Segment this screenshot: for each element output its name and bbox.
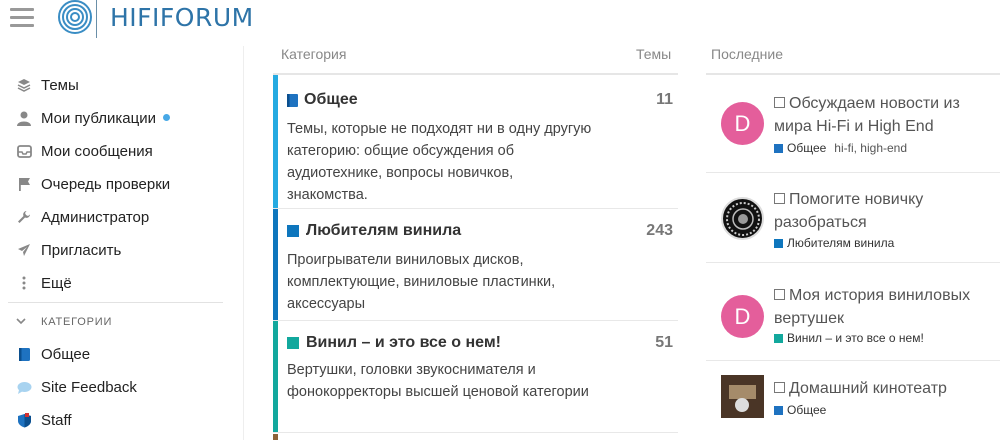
book-icon xyxy=(774,143,783,153)
sidebar-item-label: Мои сообщения xyxy=(41,142,153,160)
sidebar-item-more[interactable]: Ещё xyxy=(0,268,240,298)
sidebar-separator xyxy=(8,302,223,303)
category-topic-count: 51 xyxy=(655,334,673,351)
flag-icon xyxy=(16,176,32,192)
category-topic-count: 11 xyxy=(656,91,673,108)
inbox-icon xyxy=(16,143,32,159)
sidebar-item-admin[interactable]: Администратор xyxy=(0,202,240,232)
category-name[interactable]: Винил – и это все о нем! xyxy=(287,334,501,352)
sidebar-category-label: Общее xyxy=(41,345,91,363)
topic-tags[interactable]: hi-fi, high-end xyxy=(834,141,907,155)
wrench-icon xyxy=(16,209,32,225)
topic-title[interactable]: Домашний кинотеатр xyxy=(774,377,1000,400)
category-square-icon xyxy=(774,333,783,343)
category-name[interactable]: Общее xyxy=(287,91,358,109)
category-color-bar xyxy=(273,209,278,320)
sidebar-category-staff[interactable]: Staff xyxy=(0,405,240,435)
hififorum-logo-icon[interactable] xyxy=(55,0,95,38)
category-row-vinyl-lovers[interactable]: Любителям винила 243 Проигрыватели винил… xyxy=(273,209,678,321)
sidebar-section-categories[interactable]: КАТЕГОРИИ xyxy=(16,316,112,328)
section-label: КАТЕГОРИИ xyxy=(41,316,113,328)
hamburger-menu-icon[interactable] xyxy=(10,8,34,28)
sidebar-item-my-posts[interactable]: Мои публикации xyxy=(0,103,240,133)
book-icon xyxy=(287,93,298,107)
topic-title[interactable]: Помогите новичку разобраться xyxy=(774,188,1000,234)
more-vertical-icon xyxy=(16,275,32,291)
sidebar-item-review-queue[interactable]: Очередь проверки xyxy=(0,169,240,199)
category-description: Темы, которые не подходят ни в одну друг… xyxy=(287,121,592,203)
sidebar-divider xyxy=(243,46,244,440)
category-color-bar xyxy=(273,75,278,208)
sidebar-item-label: Темы xyxy=(41,76,79,94)
shield-icon xyxy=(16,412,32,428)
category-square-icon xyxy=(287,337,299,349)
topic-meta: Любителям винила xyxy=(774,236,894,250)
avatar[interactable]: D xyxy=(721,295,764,338)
topic-category[interactable]: Винил – и это все о нем! xyxy=(787,331,924,345)
sidebar-category-general[interactable]: Общее xyxy=(0,339,240,369)
logo-divider xyxy=(96,0,97,38)
category-description: Проигрыватели виниловых дисков, комплект… xyxy=(287,252,556,312)
book-icon xyxy=(16,346,32,362)
sidebar-item-label: Пригласить xyxy=(41,241,122,259)
avatar[interactable]: D xyxy=(721,102,764,145)
category-color-bar-partial xyxy=(273,434,278,440)
sidebar-item-label: Ещё xyxy=(41,274,72,292)
category-description: Вертушки, головки звукоснимателя и фонок… xyxy=(287,362,589,400)
checkbox-icon xyxy=(774,289,785,300)
site-header: HIFIFORUM xyxy=(0,0,1000,46)
chevron-down-icon xyxy=(16,317,28,328)
latest-topic-row[interactable]: D Моя история виниловых вертушек Винил –… xyxy=(706,263,1000,361)
category-row-general[interactable]: Общее 11 Темы, которые не подходят ни в … xyxy=(273,75,678,209)
topic-meta: Общее hi-fi, high-end xyxy=(774,141,907,155)
sidebar-category-site-feedback[interactable]: Site Feedback xyxy=(0,372,240,402)
latest-topic-row[interactable]: Домашний кинотеатр Общее xyxy=(706,361,1000,440)
user-icon xyxy=(16,110,32,126)
category-topic-count: 243 xyxy=(646,222,673,239)
category-name[interactable]: Любителям винила xyxy=(287,222,461,240)
topic-meta: Общее xyxy=(774,403,826,417)
sidebar-category-label: Site Feedback xyxy=(41,378,137,396)
sidebar-item-label: Администратор xyxy=(41,208,150,226)
sidebar-item-invite[interactable]: Пригласить xyxy=(0,235,240,265)
sidebar-item-label: Мои публикации xyxy=(41,110,170,127)
send-icon xyxy=(16,242,32,258)
category-square-icon xyxy=(774,238,783,248)
topic-title[interactable]: Моя история виниловых вертушек xyxy=(774,284,1000,330)
sidebar-item-label: Очередь проверки xyxy=(41,175,171,193)
category-color-bar xyxy=(273,321,278,432)
topic-meta: Винил – и это все о нем! xyxy=(774,331,924,345)
comment-icon xyxy=(16,379,32,395)
latest-topic-row[interactable]: D Обсуждаем новости из мира Hi-Fi и High… xyxy=(706,75,1000,173)
topic-category[interactable]: Общее xyxy=(787,141,826,155)
sidebar-category-label: Staff xyxy=(41,411,72,429)
sidebar-item-my-messages[interactable]: Мои сообщения xyxy=(0,136,240,166)
topics-column-header: Темы xyxy=(636,46,672,62)
latest-column-header: Последние xyxy=(711,46,784,62)
topic-category[interactable]: Общее xyxy=(787,403,826,417)
checkbox-icon xyxy=(774,97,785,108)
site-logo-text[interactable]: HIFIFORUM xyxy=(110,3,254,32)
layers-icon xyxy=(16,77,32,93)
avatar[interactable] xyxy=(721,375,764,418)
checkbox-icon xyxy=(774,193,785,204)
category-column-header: Категория xyxy=(281,46,347,62)
topic-title[interactable]: Обсуждаем новости из мира Hi-Fi и High E… xyxy=(774,92,1000,138)
topic-category[interactable]: Любителям винила xyxy=(787,236,894,250)
avatar[interactable] xyxy=(721,197,764,240)
category-square-icon xyxy=(287,225,299,237)
category-row-vinyl-all[interactable]: Винил – и это все о нем! 51 Вертушки, го… xyxy=(273,321,678,433)
checkbox-icon xyxy=(774,382,785,393)
sidebar-item-topics[interactable]: Темы xyxy=(0,70,240,100)
book-icon xyxy=(774,405,783,415)
unread-dot xyxy=(162,114,170,122)
latest-topic-row[interactable]: Помогите новичку разобраться Любителям в… xyxy=(706,173,1000,263)
